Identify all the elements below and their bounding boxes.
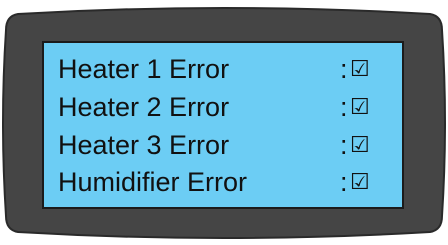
lcd-screen: Heater 1 Error : ☑ Heater 2 Error : ☑ He… [42,41,404,209]
lcd-device: Heater 1 Error : ☑ Heater 2 Error : ☑ He… [2,4,446,242]
checked-box-icon: ☑ [350,170,370,195]
row-separator: : [340,92,348,122]
row-separator: : [340,167,348,197]
row-label: Heater 2 Error [58,92,230,122]
row-label: Humidifier Error [58,167,248,197]
error-row-heater-1: Heater 1 Error : ☑ [58,51,398,87]
checked-box-icon: ☑ [350,95,370,120]
checked-box-icon: ☑ [350,133,370,158]
error-row-humidifier: Humidifier Error : ☑ [58,164,398,200]
row-label: Heater 3 Error [58,130,230,160]
error-row-heater-3: Heater 3 Error : ☑ [58,127,398,163]
row-separator: : [340,130,348,160]
row-separator: : [340,54,348,84]
checked-box-icon: ☑ [350,57,370,82]
error-row-heater-2: Heater 2 Error : ☑ [58,89,398,125]
row-label: Heater 1 Error [58,54,230,84]
